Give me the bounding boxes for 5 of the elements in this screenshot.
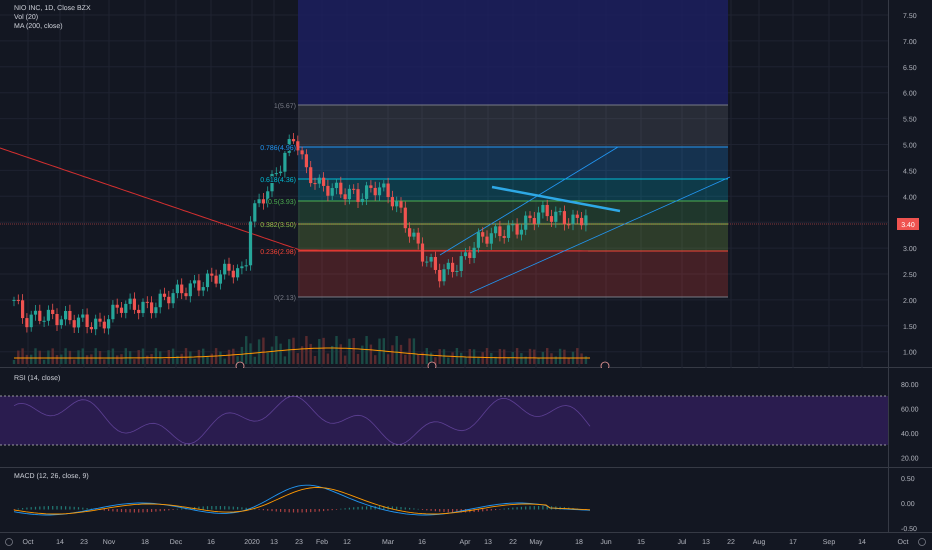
- event-marker-icon[interactable]: [236, 362, 244, 368]
- event-marker-icon[interactable]: [600, 362, 610, 368]
- event-marker-icon[interactable]: [428, 362, 436, 368]
- timezone-icon[interactable]: [5, 538, 13, 546]
- settings-icon[interactable]: [918, 538, 926, 546]
